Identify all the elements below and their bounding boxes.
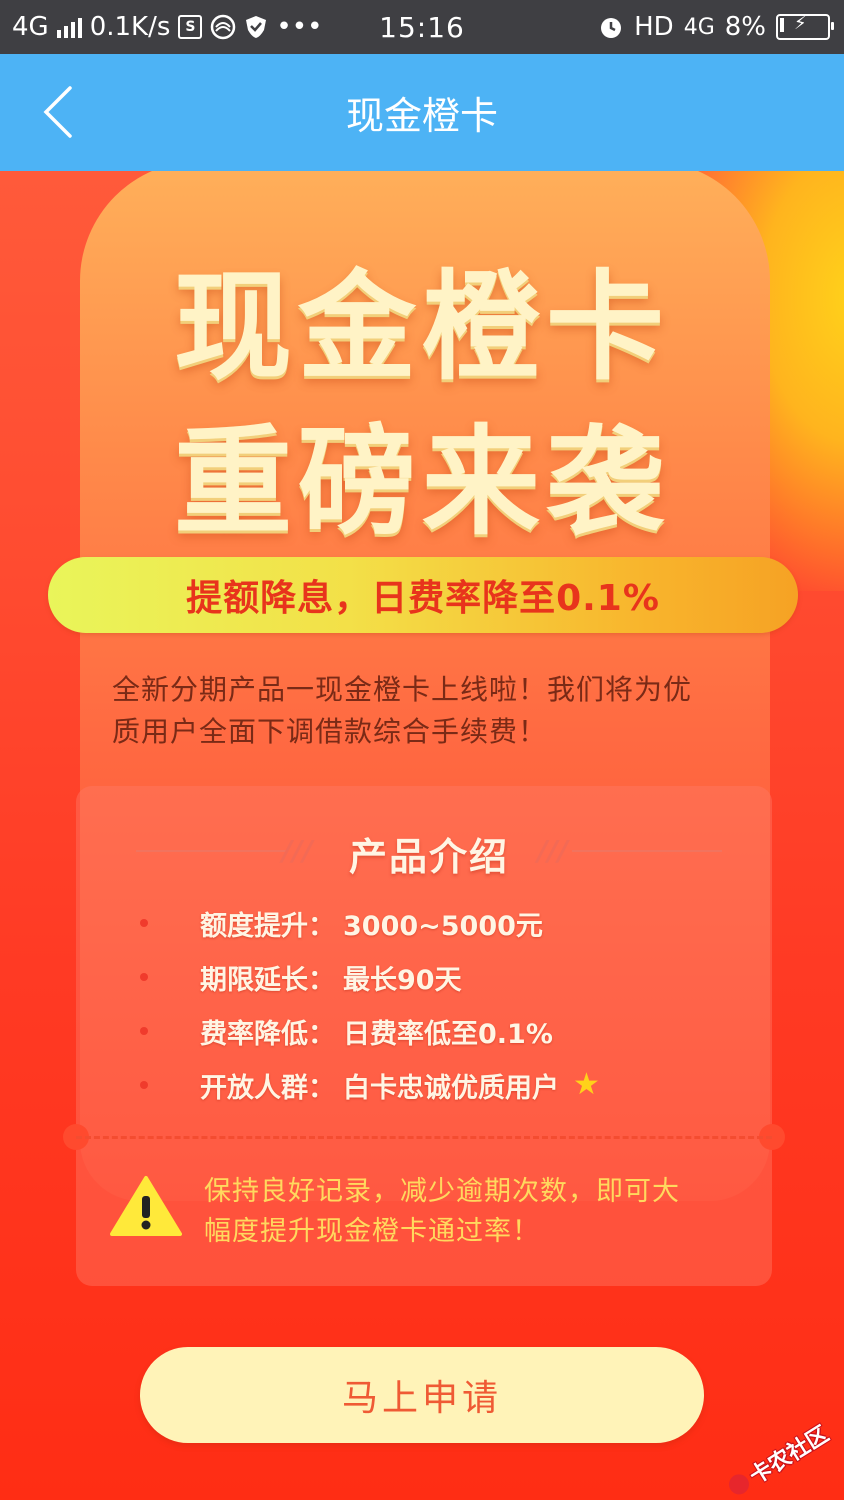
card-title: 产品介绍 <box>348 835 509 879</box>
product-intro-card: /// /// 产品介绍 额度提升： 3000~5000元 期限延长： 最长90… <box>63 786 785 1286</box>
hero-title-line2: 重磅来袭 <box>173 413 670 551</box>
feature-label: 开放人群： <box>200 1072 335 1104</box>
status-right: HD 4G 8% ⚡ <box>598 0 834 54</box>
alarm-icon <box>601 18 622 38</box>
page-title: 现金橙卡 <box>345 94 498 138</box>
hd-label: HD <box>634 12 674 42</box>
battery-percent: 8% <box>724 12 766 42</box>
highlight-text: 提额降息，日费率降至0.1% <box>186 578 660 619</box>
network-type-right: 4G <box>683 14 715 40</box>
intro-line1: 全新分期产品一现金橙卡上线啦！我们将为优 <box>112 673 693 706</box>
feature-label: 费率降低： <box>200 1018 335 1050</box>
intro-text: 全新分期产品一现金橙卡上线啦！我们将为优 质用户全面下调借款综合手续费！ <box>112 669 752 753</box>
warning-icon <box>110 1176 182 1236</box>
star-icon: ★ <box>573 1067 600 1102</box>
app-header: 现金橙卡 <box>0 54 844 171</box>
promo-banner: 现金橙卡 重磅来袭 提额降息，日费率降至0.1% 全新分期产品一现金橙卡上线啦！… <box>0 171 844 1500</box>
list-item: 期限延长： 最长90天 <box>140 950 740 1004</box>
feature-value: 3000~5000元 <box>343 910 543 942</box>
feature-label: 额度提升： <box>200 910 335 942</box>
watermark: 卡农社区 <box>722 1417 834 1500</box>
intro-line2: 质用户全面下调借款综合手续费！ <box>112 715 548 748</box>
feature-value: 白卡忠诚优质用户 <box>343 1072 559 1104</box>
highlight-pill: 提额降息，日费率降至0.1% <box>48 557 798 633</box>
dashed-divider <box>76 1136 772 1139</box>
hero-title-line1: 现金橙卡 <box>173 258 670 396</box>
feature-value: 日费率低至0.1% <box>343 1018 553 1050</box>
feature-value: 最长90天 <box>343 964 462 996</box>
watermark-text: 卡农社区 <box>745 1421 834 1490</box>
apply-now-button[interactable]: 马上申请 <box>140 1347 704 1443</box>
bullet-icon <box>140 1027 148 1035</box>
apply-now-label: 马上申请 <box>341 1378 502 1419</box>
list-item: 额度提升： 3000~5000元 <box>140 896 740 950</box>
bullet-icon <box>140 973 148 981</box>
bullet-icon <box>140 1081 148 1089</box>
warning-line1: 保持良好记录，减少逾期次数，即可大 <box>204 1176 680 1207</box>
card-title-row: /// /// 产品介绍 <box>136 826 722 879</box>
list-item: 费率降低： 日费率低至0.1% <box>140 1004 740 1058</box>
battery-icon: ⚡ <box>776 13 834 40</box>
bullet-icon <box>140 919 148 927</box>
status-bar: 4G 0.1K/s S ••• 15:16 HD 4G 8% ⚡ <box>0 0 844 54</box>
feature-list: 额度提升： 3000~5000元 期限延长： 最长90天 费率降低： 日费率低至… <box>140 896 740 1112</box>
list-item: 开放人群： 白卡忠诚优质用户 ★ <box>140 1058 740 1112</box>
warning-line2: 幅度提升现金橙卡通过率！ <box>204 1216 540 1247</box>
warning-text: 保持良好记录，减少逾期次数，即可大 幅度提升现金橙卡通过率！ <box>204 1172 704 1252</box>
feature-label: 期限延长： <box>200 964 335 996</box>
